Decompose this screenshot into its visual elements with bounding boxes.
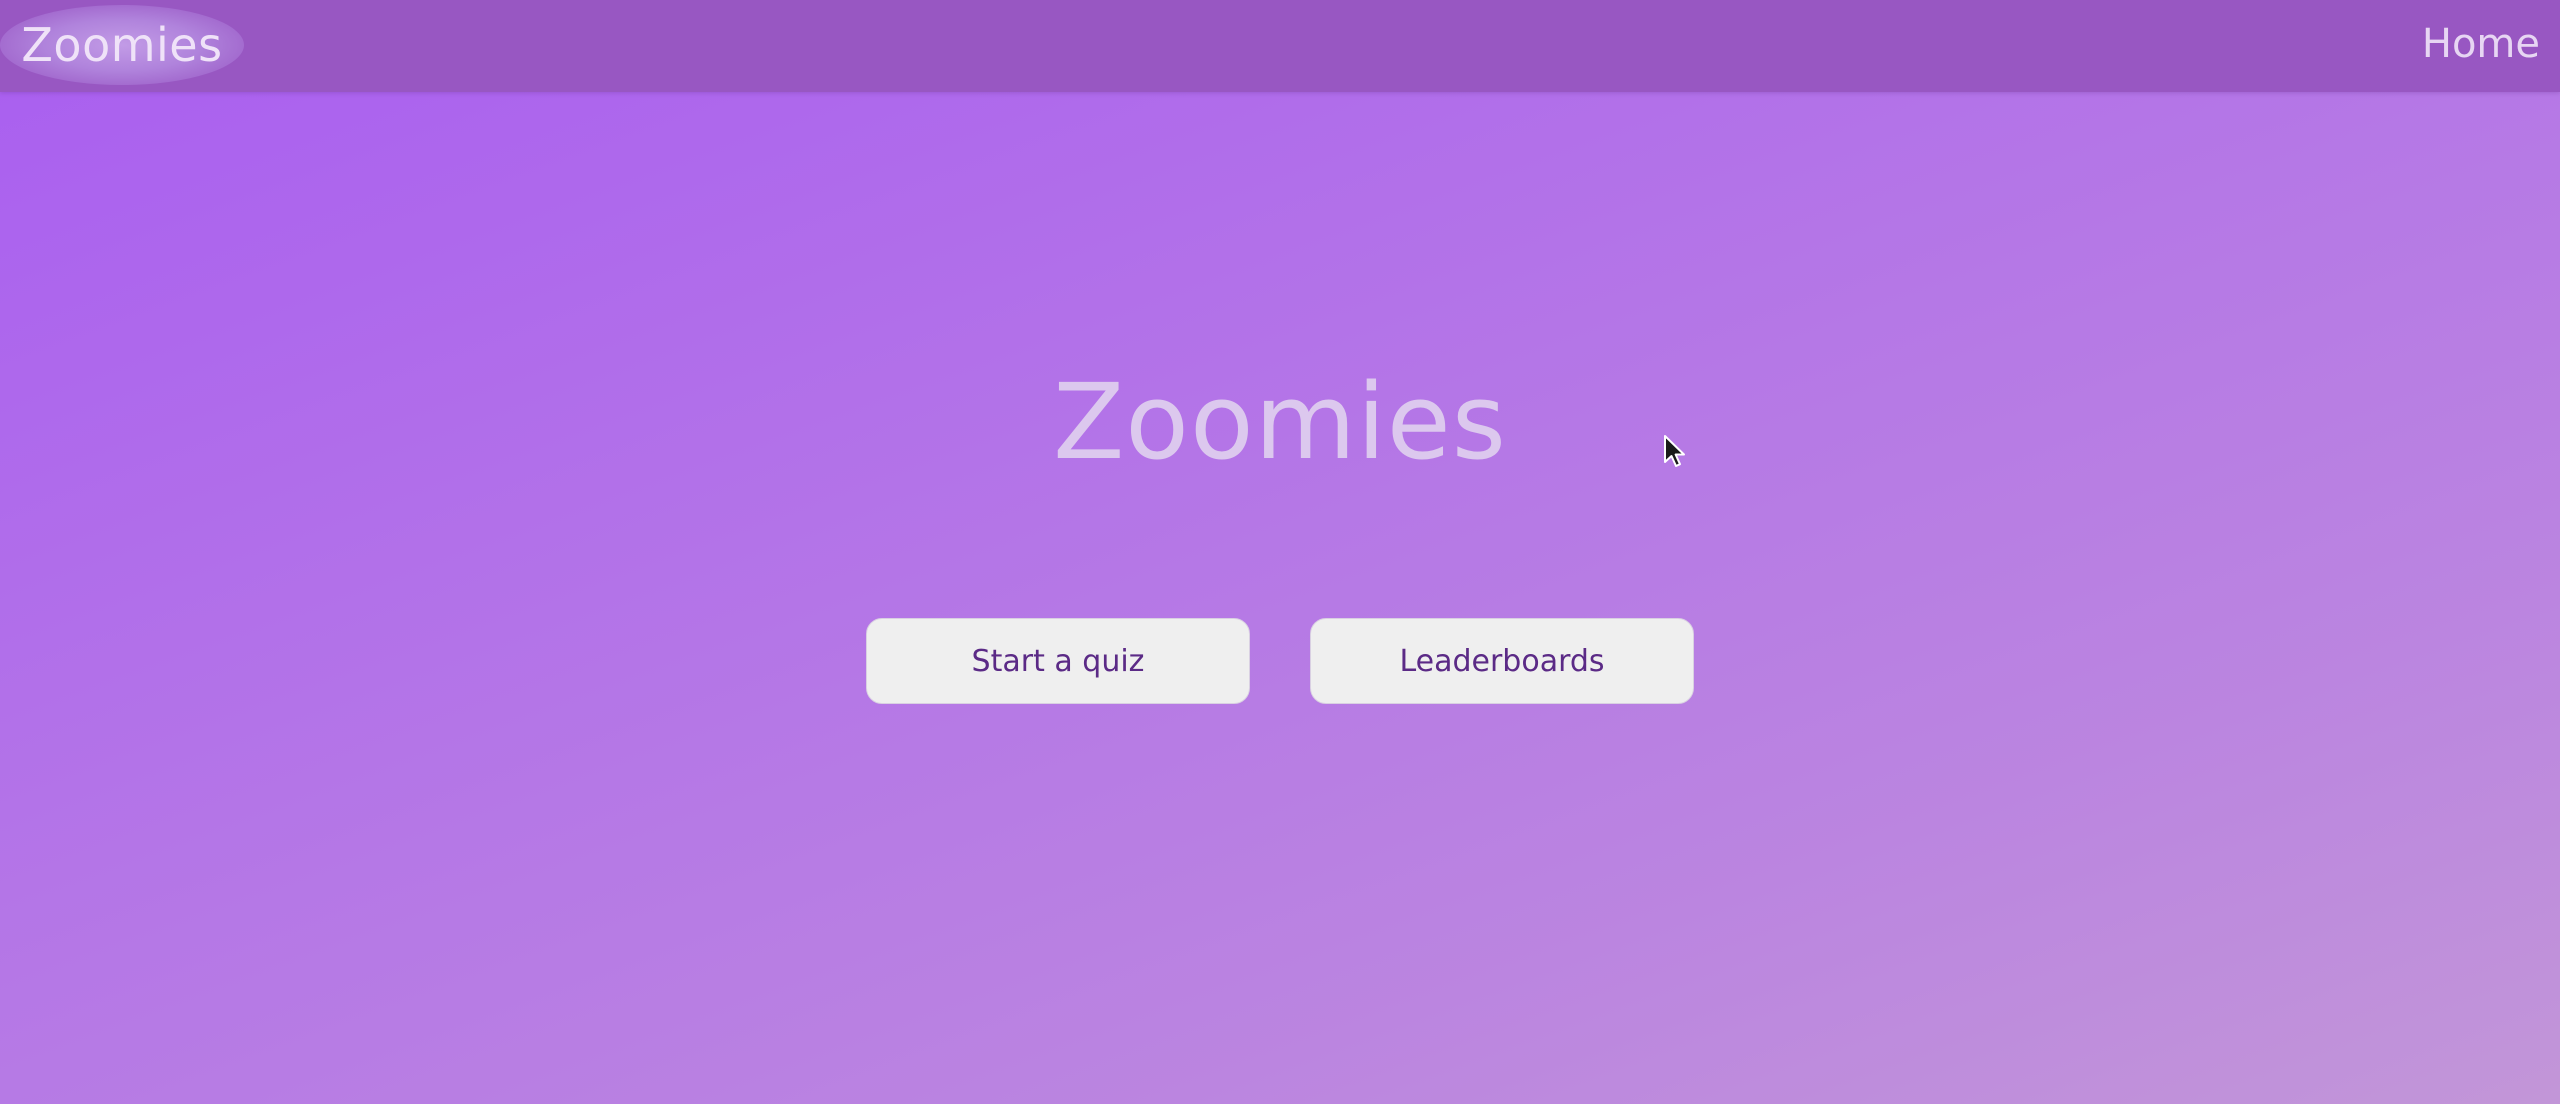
leaderboards-button[interactable]: Leaderboards	[1310, 618, 1694, 704]
top-navbar: Zoomies Home	[0, 0, 2560, 92]
page-title: Zoomies	[1053, 361, 1507, 483]
brand-logo-link[interactable]: Zoomies	[0, 5, 244, 85]
nav-home-link[interactable]: Home	[2422, 0, 2540, 88]
start-quiz-button[interactable]: Start a quiz	[866, 618, 1250, 704]
